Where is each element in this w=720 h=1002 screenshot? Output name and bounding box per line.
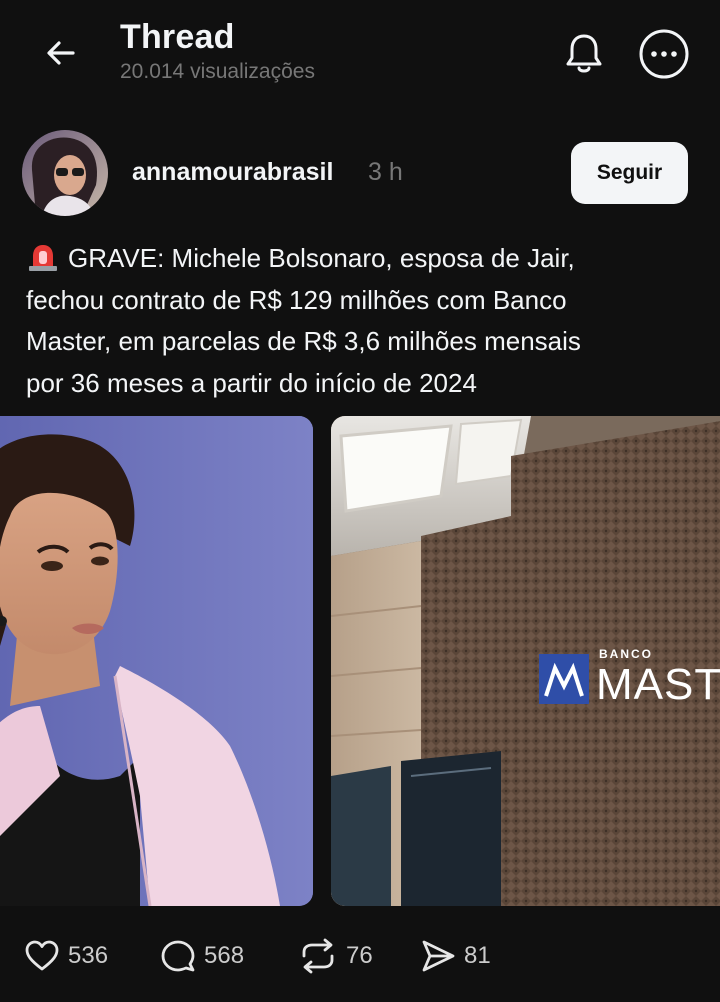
reply-count: 568 bbox=[204, 942, 245, 969]
post-text-line: por 36 meses a partir do início de 2024 bbox=[26, 367, 477, 398]
siren-emoji-icon bbox=[29, 245, 57, 271]
post-time: 3 h bbox=[368, 158, 403, 186]
top-bar: Thread 20.014 visualizações bbox=[0, 0, 720, 110]
photo-woman-portrait[interactable] bbox=[0, 416, 313, 906]
more-options-button[interactable] bbox=[638, 28, 690, 80]
post-text-line: fechou contrato de R$ 129 milhões com Ba… bbox=[26, 284, 567, 315]
post-body: GRAVE: Michele Bolsonaro, esposa de Jair… bbox=[26, 238, 696, 404]
avatar[interactable] bbox=[22, 130, 108, 216]
photo-banco-master-building[interactable]: BANCO MAST bbox=[331, 416, 720, 906]
like-button[interactable]: 536 bbox=[24, 934, 108, 978]
notifications-button[interactable] bbox=[558, 28, 610, 80]
share-count: 81 bbox=[464, 942, 491, 969]
reply-button[interactable]: 568 bbox=[160, 934, 244, 978]
share-icon bbox=[422, 940, 455, 972]
sign-master-text: MAST bbox=[596, 660, 720, 709]
repost-count: 76 bbox=[346, 942, 373, 969]
post-text-line: Master, em parcelas de R$ 3,6 milhões me… bbox=[26, 326, 581, 356]
follow-button[interactable]: Seguir bbox=[571, 142, 688, 204]
view-count: 20.014 visualizações bbox=[120, 60, 315, 83]
repost-icon bbox=[302, 938, 334, 974]
post-actions: 536 568 76 81 bbox=[0, 926, 720, 986]
thread-screen: Thread 20.014 visualizações annamourabra… bbox=[0, 0, 720, 1002]
page-title: Thread bbox=[120, 18, 235, 56]
sign-banco-text: BANCO bbox=[599, 647, 653, 661]
share-button[interactable]: 81 bbox=[420, 934, 491, 978]
heart-icon bbox=[25, 940, 59, 971]
more-icon bbox=[639, 29, 689, 79]
back-button[interactable] bbox=[38, 30, 84, 76]
post-text-line: GRAVE: Michele Bolsonaro, esposa de Jair… bbox=[26, 238, 696, 280]
repost-button[interactable]: 76 bbox=[298, 934, 373, 978]
comment-icon bbox=[161, 940, 195, 972]
like-count: 536 bbox=[68, 942, 109, 969]
arrow-left-icon bbox=[47, 41, 75, 65]
bell-icon bbox=[566, 34, 602, 73]
username[interactable]: annamourabrasil bbox=[132, 158, 333, 187]
